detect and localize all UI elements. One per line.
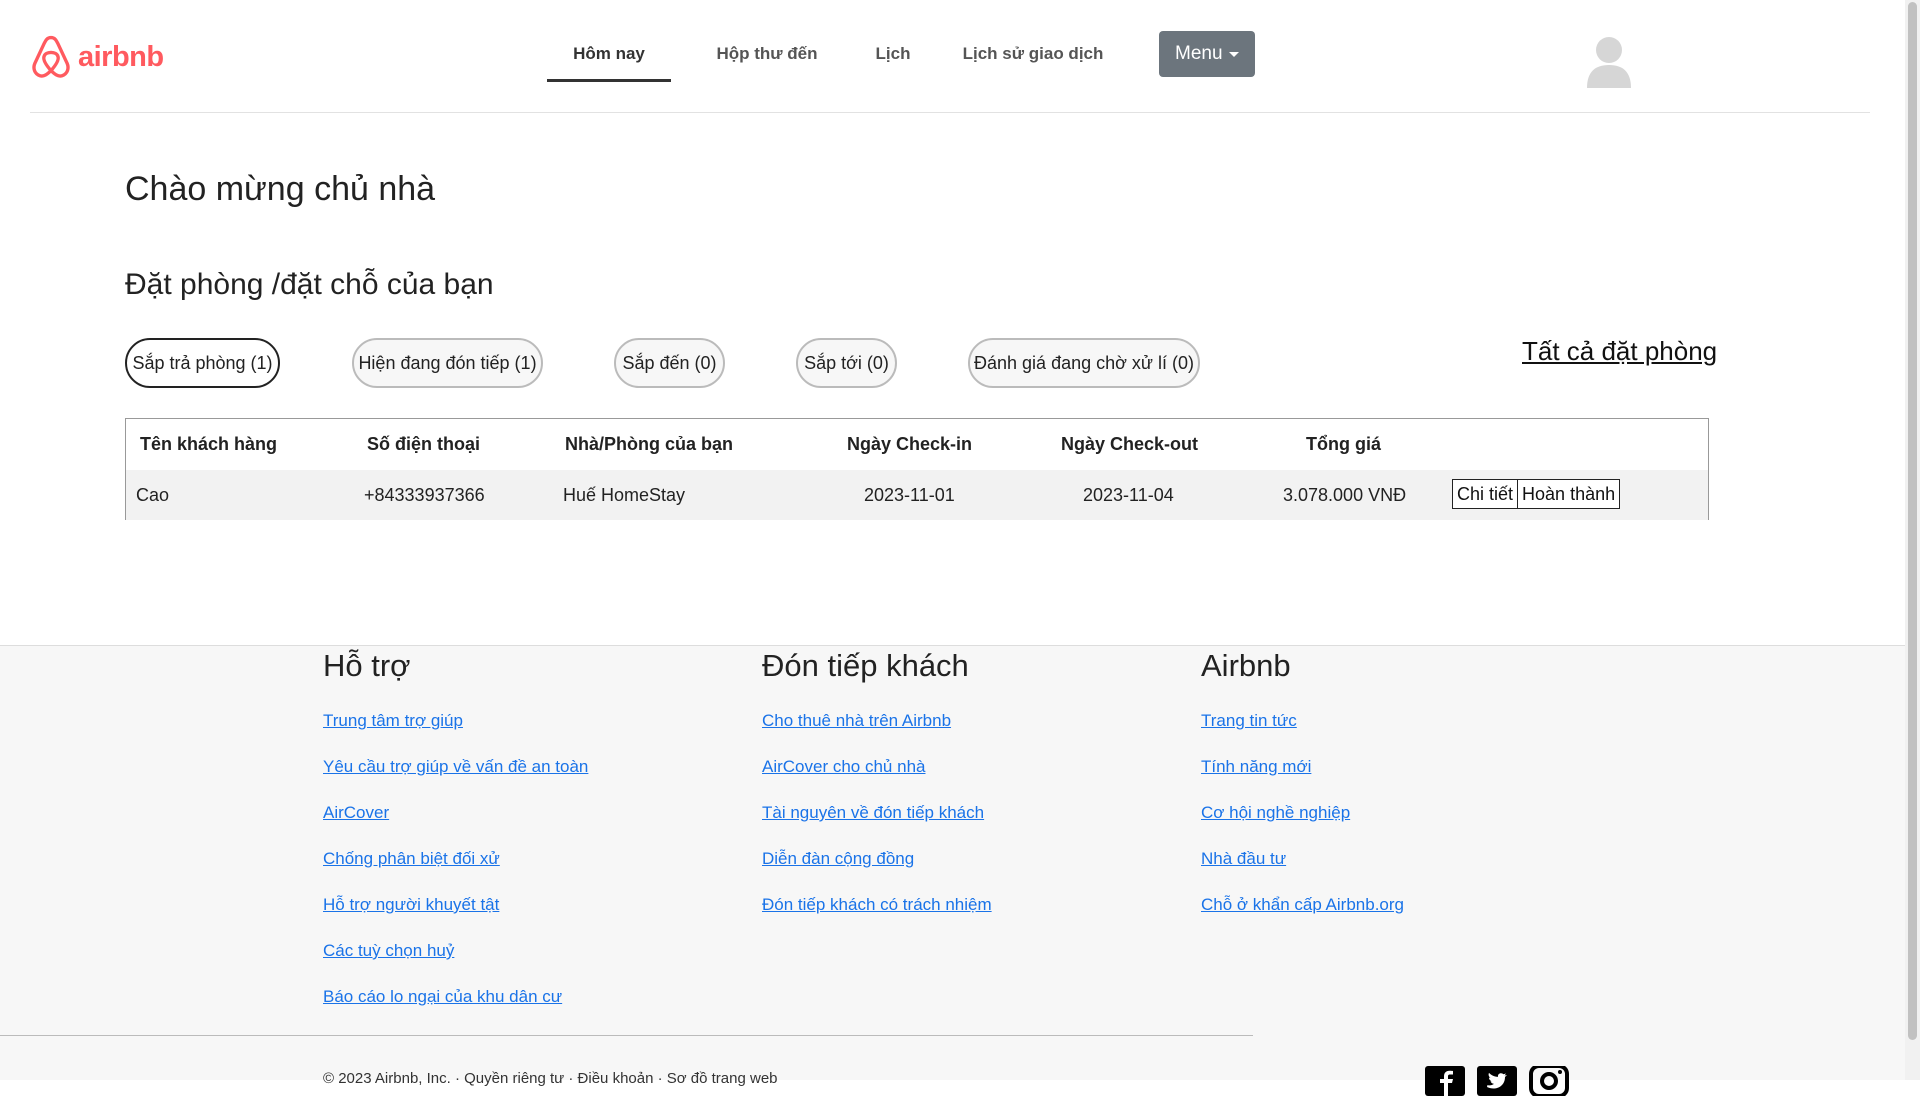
- scrollbar-thumb[interactable]: [1908, 2, 1917, 1040]
- footer-airbnb-column: Airbnb Trang tin tức Tính năng mới Cơ hộ…: [1201, 646, 1404, 928]
- cell-guest-name: Cao: [136, 485, 170, 505]
- footer-link-safety-help[interactable]: Yêu cầu trợ giúp về vấn đề an toàn: [323, 744, 588, 790]
- bookings-table: Tên khách hàng Số điện thoại Nhà/Phòng c…: [125, 418, 1709, 520]
- footer-copyright: © 2023 Airbnb, Inc. · Quyền riêng tư · Đ…: [323, 1070, 778, 1087]
- footer-link-careers[interactable]: Cơ hội nghề nghiệp: [1201, 790, 1404, 836]
- col-listing: Nhà/Phòng của bạn: [565, 434, 734, 454]
- col-check-out: Ngày Check-out: [1061, 434, 1199, 454]
- col-phone: Số điện thoại: [367, 434, 481, 454]
- detail-button[interactable]: Chi tiết: [1452, 479, 1519, 509]
- footer-link-newsroom[interactable]: Trang tin tức: [1201, 698, 1404, 744]
- facebook-icon[interactable]: [1425, 1066, 1465, 1096]
- airbnb-logo-icon: [32, 35, 70, 78]
- footer-link-responsible-hosting[interactable]: Đón tiếp khách có trách nhiệm: [762, 882, 992, 928]
- footer-link-help-center[interactable]: Trung tâm trợ giúp: [323, 698, 588, 744]
- all-bookings-link[interactable]: Tất cả đặt phòng: [1522, 336, 1717, 367]
- footer-airbnb-title: Airbnb: [1201, 648, 1291, 683]
- airbnb-logo[interactable]: airbnb: [30, 35, 164, 79]
- footer-support-title: Hỗ trợ: [323, 648, 411, 683]
- social-links: [1425, 1064, 1569, 1098]
- filter-currently-hosting[interactable]: Hiện đang đón tiếp (1): [352, 338, 543, 388]
- footer-link-cancellation-options[interactable]: Các tuỳ chọn huỷ: [323, 928, 588, 974]
- nav-calendar[interactable]: Lịch: [869, 26, 917, 82]
- footer-link-new-features[interactable]: Tính năng mới: [1201, 744, 1404, 790]
- col-total-price: Tổng giá: [1306, 434, 1381, 454]
- footer-divider: [0, 1035, 1253, 1036]
- cell-phone: +84333937366: [364, 485, 485, 505]
- filter-arriving-soon[interactable]: Sắp đến (0): [614, 338, 725, 388]
- caret-down-icon: [1228, 51, 1239, 57]
- footer-link-anti-discrimination[interactable]: Chống phân biệt đối xử: [323, 836, 588, 882]
- table-header-row: Tên khách hàng Số điện thoại Nhà/Phòng c…: [126, 419, 1708, 469]
- bookings-section-title: Đặt phòng /đặt chỗ của bạn: [125, 268, 494, 301]
- top-header: airbnb Hôm nay Hộp thư đến Lịch Lịch sử …: [30, 0, 1870, 113]
- nav-inbox[interactable]: Hộp thư đến: [697, 26, 837, 82]
- nav-today[interactable]: Hôm nay: [547, 26, 671, 82]
- footer-link-investors[interactable]: Nhà đầu tư: [1201, 836, 1404, 882]
- footer-link-disability-support[interactable]: Hỗ trợ người khuyết tật: [323, 882, 588, 928]
- cell-check-in: 2023-11-01: [864, 485, 955, 505]
- row-actions: Chi tiết Hoàn thành: [1452, 479, 1621, 509]
- vertical-scrollbar[interactable]: [1905, 0, 1920, 1080]
- cell-total-price: 3.078.000 VNĐ: [1283, 485, 1407, 505]
- filter-upcoming[interactable]: Sắp tới (0): [796, 338, 897, 388]
- footer-link-host-your-home[interactable]: Cho thuê nhà trên Airbnb: [762, 698, 992, 744]
- page-title: Chào mừng chủ nhà: [125, 170, 436, 208]
- footer-link-aircover-hosts[interactable]: AirCover cho chủ nhà: [762, 744, 992, 790]
- cell-check-out: 2023-11-04: [1083, 485, 1174, 505]
- col-guest-name: Tên khách hàng: [140, 434, 278, 454]
- footer: Hỗ trợ Trung tâm trợ giúp Yêu cầu trợ gi…: [0, 645, 1905, 1098]
- user-avatar-icon[interactable]: [1585, 32, 1633, 88]
- nav-transaction-history[interactable]: Lịch sử giao dịch: [961, 26, 1105, 82]
- footer-link-aircover[interactable]: AirCover: [323, 790, 588, 836]
- instagram-icon[interactable]: [1529, 1064, 1569, 1098]
- brand-name: airbnb: [78, 40, 164, 73]
- footer-link-neighborhood-concern[interactable]: Báo cáo lo ngại của khu dân cư: [323, 974, 588, 1020]
- cell-listing: Huế HomeStay: [563, 485, 686, 505]
- main-nav: Hôm nay Hộp thư đến Lịch Lịch sử giao dị…: [547, 26, 1255, 82]
- footer-link-hosting-resources[interactable]: Tài nguyên về đón tiếp khách: [762, 790, 992, 836]
- filter-checking-out[interactable]: Sắp trả phòng (1): [125, 338, 280, 388]
- complete-button[interactable]: Hoàn thành: [1518, 479, 1621, 509]
- filter-pending-reviews[interactable]: Đánh giá đang chờ xử lí (0): [968, 338, 1200, 388]
- menu-dropdown-button[interactable]: Menu: [1159, 31, 1255, 77]
- footer-link-community-forum[interactable]: Diễn đàn cộng đồng: [762, 836, 992, 882]
- footer-hosting-column: Đón tiếp khách Cho thuê nhà trên Airbnb …: [762, 646, 992, 928]
- menu-label: Menu: [1175, 43, 1223, 64]
- twitter-icon[interactable]: [1477, 1066, 1517, 1096]
- col-check-in: Ngày Check-in: [847, 434, 973, 454]
- footer-support-column: Hỗ trợ Trung tâm trợ giúp Yêu cầu trợ gi…: [323, 646, 588, 1020]
- footer-hosting-title: Đón tiếp khách: [762, 648, 969, 683]
- footer-link-emergency-stays[interactable]: Chỗ ở khẩn cấp Airbnb.org: [1201, 882, 1404, 928]
